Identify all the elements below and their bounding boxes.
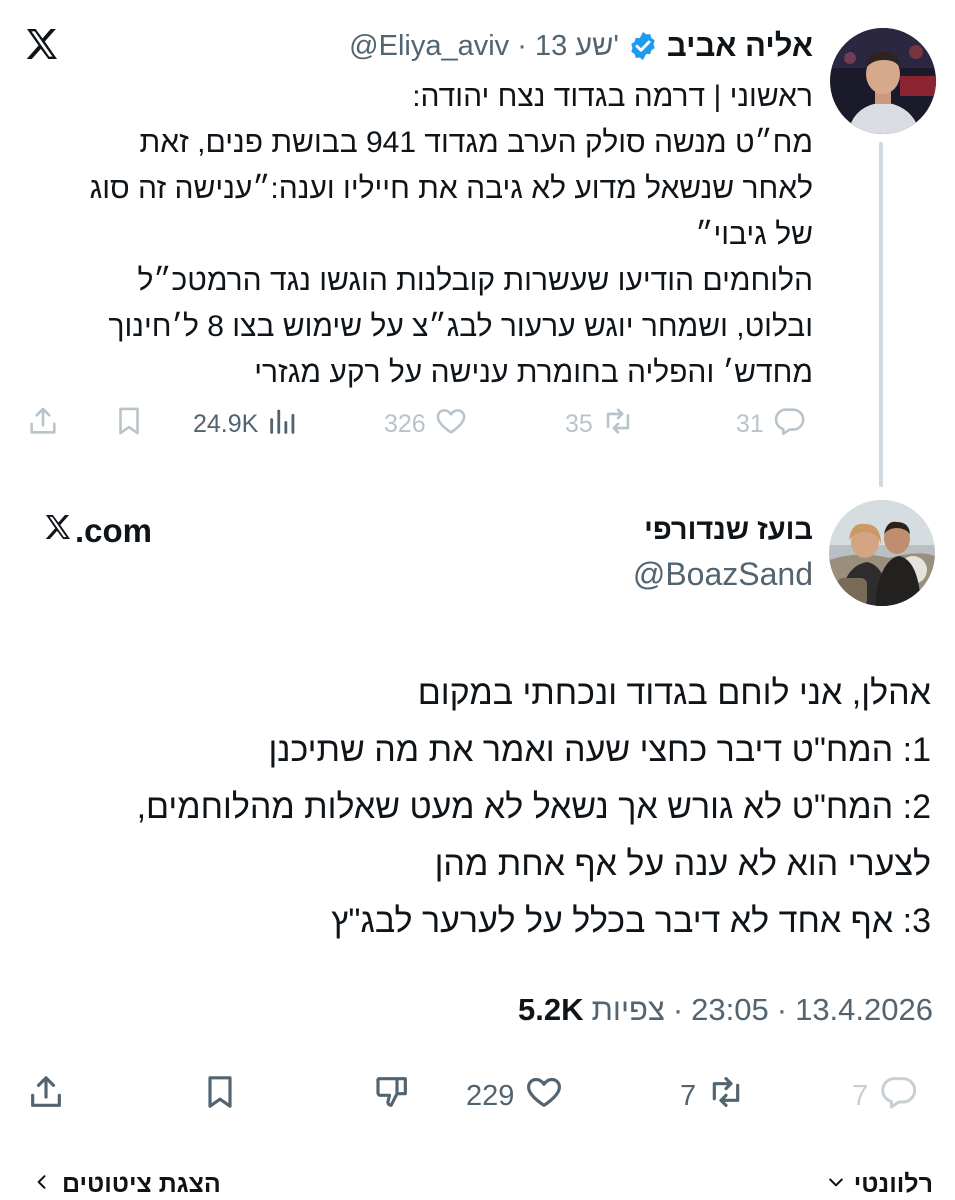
quoted-author-avatar[interactable] bbox=[830, 28, 936, 134]
share-icon bbox=[26, 1072, 66, 1120]
like-icon bbox=[524, 1072, 564, 1120]
like-count: 229 bbox=[466, 1079, 515, 1112]
thread-connector-line bbox=[879, 142, 883, 487]
bookmark-button[interactable] bbox=[200, 1072, 240, 1120]
tweet-text-line: 1: המח"ט דיבר כחצי שעה ואמר את מה שתיכנן bbox=[268, 731, 931, 769]
reply-count: 7 bbox=[852, 1079, 869, 1112]
quotes-label: הצגת ציטוטים bbox=[62, 1170, 221, 1198]
quoted-text-line: מח״ט מנשה סולק הערב מגדוד 941 בבושת פנים… bbox=[139, 126, 813, 159]
tweet-text-line: 2: המח"ט לא גורש אך נשאל לא מעט שאלות מה… bbox=[136, 788, 931, 826]
quoted-text-line: מחדש׳ והפליה בחומרת ענישה על רקע מגזרי bbox=[254, 356, 813, 389]
retweet-count: 7 bbox=[680, 1079, 697, 1112]
views-label: צפיות bbox=[591, 992, 665, 1027]
tweet-text-line: אהלן, אני לוחם בגדוד ונכחתי במקום bbox=[417, 674, 931, 712]
sort-label: רלוונטי bbox=[853, 1170, 933, 1198]
x-com-label: .com bbox=[42, 511, 152, 551]
share-button[interactable] bbox=[26, 1072, 66, 1120]
bookmark-icon bbox=[200, 1072, 240, 1120]
views-count: 24.9K bbox=[193, 410, 259, 438]
dislike-button[interactable] bbox=[372, 1072, 412, 1120]
separator: · bbox=[672, 992, 684, 1027]
quoted-tweet-header: אליה אביב @Eliya_aviv · 13 שע' bbox=[349, 24, 813, 68]
quoted-reply-button[interactable]: 31 bbox=[736, 404, 806, 445]
quoted-bookmark-button[interactable] bbox=[112, 404, 146, 445]
views-icon bbox=[266, 404, 300, 445]
quoted-text-line: ראשוני | דרמה בגדוד נצח יהודה: bbox=[412, 80, 813, 113]
reply-icon bbox=[772, 404, 806, 445]
author-avatar[interactable] bbox=[829, 500, 935, 606]
quoted-tweet-text: ראשוני | דרמה בגדוד נצח יהודה: מח״ט מנשה… bbox=[13, 74, 813, 396]
chevron-down-icon bbox=[826, 1170, 846, 1199]
tweet-date[interactable]: 13.4.2026 bbox=[795, 992, 933, 1028]
view-quotes-link[interactable]: הצגת ציטוטים bbox=[32, 1170, 221, 1199]
retweet-icon bbox=[601, 404, 635, 445]
separator: · bbox=[776, 992, 788, 1027]
reply-button[interactable]: 7 bbox=[852, 1072, 918, 1120]
x-logo-icon[interactable] bbox=[22, 24, 62, 64]
quoted-text-line: לאחר שנשאל מדוע לא גיבה את חייליו וענה:״… bbox=[89, 172, 813, 205]
views-count[interactable]: 5.2K bbox=[518, 992, 583, 1028]
author-handle[interactable]: @BoazSand bbox=[633, 556, 813, 593]
quoted-views-button[interactable]: 24.9K bbox=[193, 404, 300, 445]
share-icon bbox=[26, 404, 60, 445]
quoted-handle-and-time[interactable]: @Eliya_aviv · 13 שע' bbox=[349, 30, 619, 63]
reply-count: 31 bbox=[736, 410, 764, 438]
retweet-count: 35 bbox=[565, 410, 593, 438]
author-name[interactable]: בועז שנדורפי bbox=[644, 514, 813, 547]
tweet-time[interactable]: 23:05 bbox=[691, 992, 769, 1028]
x-logo-icon bbox=[42, 511, 75, 551]
quoted-retweet-button[interactable]: 35 bbox=[565, 404, 635, 445]
retweet-icon bbox=[706, 1072, 746, 1120]
tweet-text-line: לצערי הוא לא ענה על אף אחת מהן bbox=[434, 845, 931, 883]
dislike-icon bbox=[372, 1072, 412, 1120]
quoted-author-name[interactable]: אליה אביב bbox=[667, 28, 813, 64]
quoted-like-button[interactable]: 326 bbox=[384, 404, 468, 445]
tweet-text-line: 3: אף אחד לא דיבר בכלל על לערער לבג"ץ bbox=[331, 902, 931, 940]
tweet-text: אהלן, אני לוחם בגדוד ונכחתי במקום 1: המח… bbox=[21, 665, 931, 950]
reply-icon bbox=[878, 1072, 918, 1120]
like-count: 326 bbox=[384, 410, 426, 438]
site-label: .com bbox=[75, 512, 153, 549]
bookmark-icon bbox=[112, 404, 146, 445]
tweet-meta: 5.2K צפיות · 23:05 · 13.4.2026 bbox=[518, 992, 933, 1028]
like-button[interactable]: 229 bbox=[466, 1072, 564, 1120]
quoted-text-line: הלוחמים הודיעו שעשרות קובלנות הוגשו נגד … bbox=[137, 264, 813, 297]
sort-relevant-dropdown[interactable]: רלוונטי bbox=[826, 1170, 933, 1199]
verified-badge-icon bbox=[627, 30, 659, 62]
retweet-button[interactable]: 7 bbox=[680, 1072, 746, 1120]
quoted-text-line: ובלוט, ושמחר יוגש ערעור לבג״צ על שימוש ב… bbox=[108, 310, 813, 343]
like-icon bbox=[434, 404, 468, 445]
quoted-share-button[interactable] bbox=[26, 404, 60, 445]
chevron-left-icon bbox=[32, 1170, 52, 1199]
quoted-text-line: של גיבוי״ bbox=[695, 218, 813, 251]
